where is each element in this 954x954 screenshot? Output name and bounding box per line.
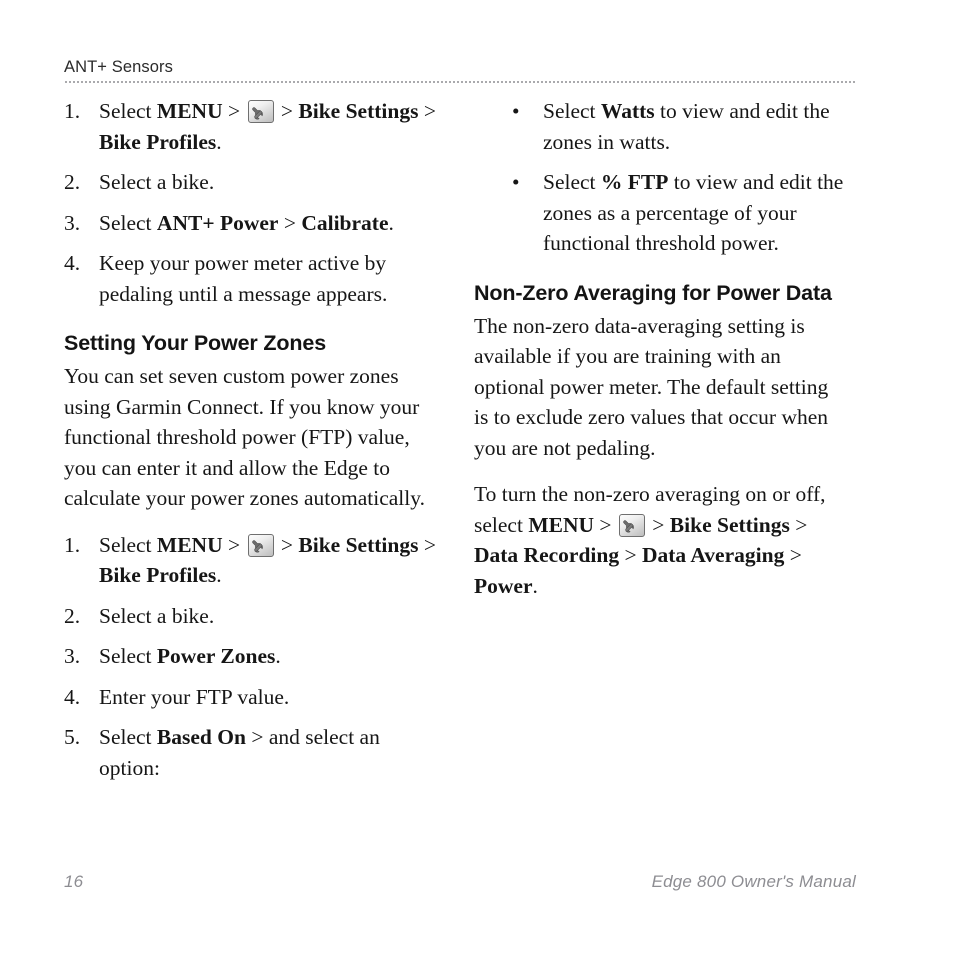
list-marker: •	[512, 170, 520, 194]
list-item-text: Select ANT+ Power > Calibrate.	[99, 210, 394, 235]
list-marker: 4.	[64, 251, 81, 275]
emphasised-menu-label: Bike Profiles	[99, 563, 217, 587]
heading-non-zero-averaging-for-power-data: Non-Zero Averaging for Power Data	[474, 280, 832, 305]
heading-setting-your-power-zones: Setting Your Power Zones	[64, 331, 327, 355]
list-marker: 4.	[64, 684, 81, 709]
emphasised-menu-label: Bike Settings	[669, 512, 790, 537]
based-on-options-list: • Select Watts to view and edit the zones…	[474, 96, 846, 259]
list-item-text: Select Power Zones.	[99, 644, 281, 668]
bullet-item: • Select % FTP to view and edit the zones…	[474, 167, 846, 259]
emphasised-menu-label: Watts	[600, 99, 655, 123]
list-item-text: Select Based On > and select an option:	[99, 725, 380, 780]
list-marker: 2.	[64, 170, 81, 194]
ordered-step-item: 4. Keep your power meter active by pedali…	[64, 248, 436, 309]
emphasised-menu-label: Data Averaging	[642, 543, 785, 567]
list-marker: 3.	[64, 644, 81, 668]
running-header-text: ANT+ Sensors	[64, 58, 173, 76]
list-marker: 2.	[64, 603, 81, 628]
right-column: • Select Watts to view and edit the zones…	[474, 96, 846, 601]
ordered-step-item: 3. Select Power Zones.	[64, 641, 436, 672]
bullet-item: • Select Watts to view and edit the zones…	[474, 96, 846, 157]
power-zones-steps-list: 1. Select MENU > > Bike Settings > Bike P…	[64, 530, 436, 784]
running-header: ANT+ Sensors	[64, 58, 858, 83]
emphasised-menu-label: MENU	[528, 512, 595, 537]
footer-manual-title: Edge 800 Owner's Manual	[651, 872, 856, 891]
list-item-text: Select a bike.	[99, 170, 215, 194]
calibrate-steps-list: 1. Select MENU > > Bike Settings > Bike P…	[64, 96, 436, 309]
emphasised-menu-label: Bike Settings	[298, 532, 419, 557]
manual-page: ANT+ Sensors 1. Select MENU > > Bike Sett…	[0, 0, 954, 954]
list-item-text: Select Watts to view and edit the zones …	[543, 99, 830, 154]
list-item-text: Select % FTP to view and edit the zones …	[543, 170, 844, 255]
list-item-text: Enter your FTP value.	[99, 684, 290, 709]
emphasised-menu-label: Power Zones	[156, 644, 276, 668]
page-footer: 16 Edge 800 Owner's Manual	[64, 872, 856, 892]
list-item-text: Select MENU > > Bike Settings > Bike Pro…	[99, 532, 436, 588]
emphasised-menu-label: Bike Profiles	[99, 129, 217, 154]
left-column: 1. Select MENU > > Bike Settings > Bike P…	[64, 96, 436, 783]
ordered-step-item: 4. Enter your FTP value.	[64, 682, 436, 713]
emphasised-menu-label: Calibrate	[301, 210, 389, 235]
emphasised-menu-label: MENU	[156, 99, 223, 123]
emphasised-menu-label: Data Recording	[474, 543, 620, 567]
ordered-step-item: 2. Select a bike.	[64, 167, 436, 198]
emphasised-menu-label: Based On	[156, 725, 246, 749]
list-item-text: Keep your power meter active by pedaling…	[99, 251, 388, 306]
list-marker: •	[512, 99, 520, 123]
emphasised-menu-label: Power	[474, 573, 533, 598]
header-dotted-rule	[64, 81, 856, 83]
list-marker: 1.	[64, 99, 81, 123]
list-item-text: Select a bike.	[99, 603, 215, 628]
non-zero-paragraph-1: The non-zero data-averaging setting is a…	[474, 313, 829, 460]
emphasised-menu-label: Bike Settings	[298, 99, 419, 123]
list-marker: 1.	[64, 532, 81, 557]
emphasised-menu-label: MENU	[156, 532, 223, 557]
footer-page-number: 16	[64, 872, 84, 891]
wrench-icon	[247, 533, 274, 557]
power-zones-intro-paragraph: You can set seven custom power zones usi…	[64, 364, 425, 510]
ordered-step-item: 5. Select Based On > and select an option…	[64, 722, 436, 783]
list-marker: 5.	[64, 725, 81, 749]
ordered-step-item: 2. Select a bike.	[64, 601, 436, 632]
emphasised-menu-label: % FTP	[600, 170, 669, 194]
ordered-step-item: 1. Select MENU > > Bike Settings > Bike P…	[64, 530, 436, 591]
list-item-text: Select MENU > > Bike Settings > Bike Pro…	[99, 99, 436, 154]
wrench-icon	[618, 513, 645, 537]
non-zero-paragraph-2: To turn the non-zero averaging on or off…	[474, 482, 826, 598]
list-marker: 3.	[64, 210, 81, 235]
emphasised-menu-label: ANT+ Power	[156, 210, 279, 235]
ordered-step-item: 1. Select MENU > > Bike Settings > Bike P…	[64, 96, 436, 157]
wrench-icon	[247, 100, 274, 123]
page-body: 1. Select MENU > > Bike Settings > Bike P…	[0, 96, 954, 836]
ordered-step-item: 3. Select ANT+ Power > Calibrate.	[64, 208, 436, 239]
